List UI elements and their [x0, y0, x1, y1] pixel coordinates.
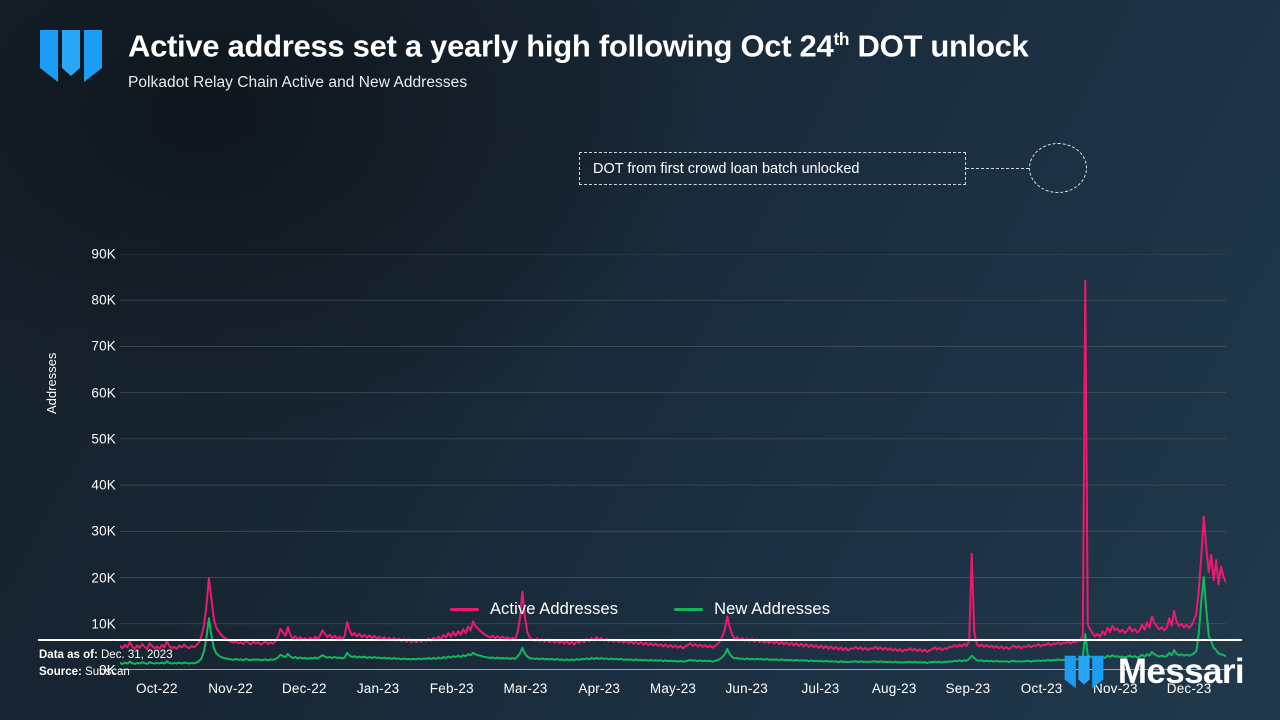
y-axis-tick-label: 40K — [91, 477, 116, 493]
annotation-box: DOT from first crowd loan batch unlocked — [579, 152, 966, 185]
annotation-leader-line — [966, 168, 1029, 169]
source-label: Source: — [39, 666, 82, 679]
series-line-active-addresses — [120, 279, 1226, 653]
brand-wordmark: Messari — [1117, 652, 1245, 691]
x-axis-tick-label: Dec-22 — [281, 681, 327, 696]
x-axis-tick-label: Aug-23 — [871, 681, 917, 696]
x-axis-tick-label: Jul-23 — [801, 681, 840, 696]
y-axis-tick-label: 80K — [91, 292, 116, 308]
y-axis-tick-label: 60K — [91, 385, 116, 401]
x-axis-tick-label: Mar-23 — [503, 681, 548, 696]
annotation-highlight-circle — [1029, 143, 1087, 193]
legend-swatch — [449, 607, 479, 612]
legend-item[interactable]: New Addresses — [674, 600, 830, 619]
chart-legend: Active Addresses New Addresses — [0, 600, 1280, 619]
annotation-text: DOT from first crowd loan batch unlocked — [593, 160, 860, 177]
x-axis-tick-label: Oct-22 — [136, 681, 178, 696]
chart-header: Active address set a yearly high followi… — [40, 24, 1029, 92]
data-as-of-line: Data as of: Dec. 31, 2023 — [39, 647, 173, 664]
footer-meta: Data as of: Dec. 31, 2023 Source: Subsca… — [39, 647, 173, 682]
y-axis-tick-label: 20K — [91, 570, 116, 586]
x-axis-tick-labels: Oct-22 Nov-22 Dec-22 Jan-23 Feb-23 Mar-23 Apr-… — [120, 681, 1226, 703]
source-value: Subscan — [81, 666, 130, 679]
legend-label: Active Addresses — [489, 600, 619, 618]
messari-logo-icon — [1064, 652, 1104, 692]
x-axis-tick-label: Apr-23 — [578, 681, 621, 696]
y-axis-tick-label: 50K — [91, 431, 116, 447]
messari-logo-icon — [40, 24, 102, 88]
footer-brand: Messari — [1064, 652, 1245, 692]
page-subtitle: Polkadot Relay Chain Active and New Addr… — [128, 74, 468, 92]
y-axis-tick-label: 90K — [91, 246, 116, 262]
data-as-of-value: Dec. 31, 2023 — [97, 649, 173, 661]
x-axis-tick-label: Jun-23 — [725, 681, 768, 696]
chart-container: Addresses 0K 10K 20K 30K 40K 50K 60K 70K 80K 90K … — [0, 118, 1280, 696]
footer-divider — [38, 639, 1242, 641]
data-as-of-label: Data as of: — [39, 649, 98, 661]
x-axis-tick-label: Nov-22 — [208, 681, 253, 696]
page-title: Active address set a yearly high followi… — [128, 28, 1029, 64]
legend-item[interactable]: Active Addresses — [449, 600, 619, 619]
y-axis-tick-label: 30K — [91, 523, 116, 539]
page-title-superscript: th — [833, 29, 850, 49]
y-axis-tick-label: 70K — [91, 338, 116, 354]
x-axis-tick-label: May-23 — [649, 681, 697, 696]
series-line-new-addresses — [120, 576, 1226, 665]
x-axis-tick-label: Oct-23 — [1020, 681, 1063, 696]
page-title-tail: DOT unlock — [849, 28, 1029, 64]
x-axis-tick-label: Feb-23 — [429, 681, 474, 696]
y-axis-title: Addresses — [44, 352, 59, 414]
x-axis-tick-label: Sep-23 — [945, 681, 991, 696]
x-axis-tick-label: Jan-23 — [356, 681, 400, 696]
legend-swatch — [674, 607, 704, 612]
title-block: Active address set a yearly high followi… — [128, 24, 1029, 92]
messari-chart-page: Active address set a yearly high followi… — [0, 0, 1280, 720]
source-line: Source: Subscan — [39, 664, 173, 681]
page-title-main: Active address set a yearly high followi… — [128, 28, 834, 64]
legend-label: New Addresses — [714, 600, 831, 618]
